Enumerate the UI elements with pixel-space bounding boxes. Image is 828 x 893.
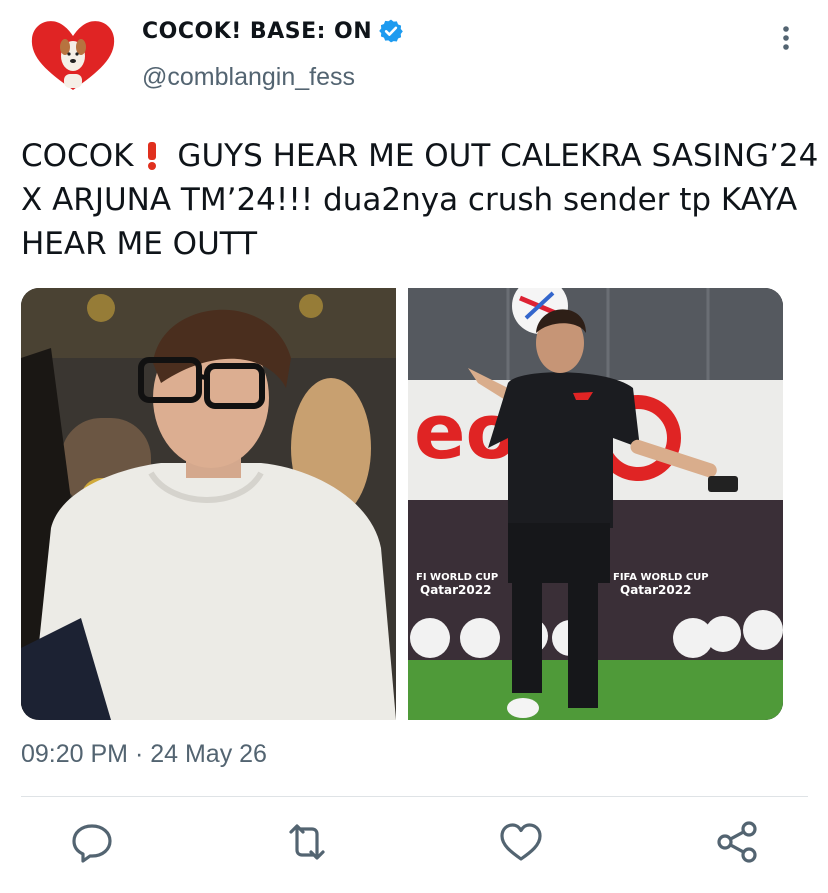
action-bar — [0, 818, 828, 868]
world-cup-logo-right-line2: Qatar2022 — [620, 583, 691, 597]
media-grid[interactable]: eo FI WORLD CUP Qatar2022 FIFA WORLD CUP… — [21, 288, 783, 720]
share-icon[interactable] — [713, 818, 761, 866]
divider — [21, 796, 808, 797]
verified-badge-icon — [378, 18, 404, 44]
tweet-text-prefix: COCOK — [21, 138, 134, 174]
exclamation-icon — [141, 138, 163, 170]
reply-icon[interactable] — [68, 818, 116, 866]
world-cup-logo-left-line1: FI WORLD CUP — [416, 572, 498, 583]
more-vertical-icon[interactable] — [776, 22, 796, 54]
retweet-icon[interactable] — [283, 818, 331, 866]
world-cup-logo-right-line1: FIFA WORLD CUP — [613, 572, 709, 583]
world-cup-logo-left-line2: Qatar2022 — [420, 583, 491, 597]
tweet-text: COCOK GUYS HEAR ME OUT CALEKRA SASING’24 … — [21, 134, 821, 266]
display-name[interactable]: COCOK! BASE: ON — [142, 19, 372, 44]
tweet-timestamp[interactable]: 09:20 PM · 24 May 26 — [21, 740, 267, 769]
author-name-row[interactable]: COCOK! BASE: ON — [142, 18, 404, 44]
author-handle[interactable]: @comblangin_fess — [142, 63, 355, 92]
heart-icon[interactable] — [497, 818, 545, 866]
photo-right[interactable]: eo FI WORLD CUP Qatar2022 FIFA WORLD CUP… — [408, 288, 783, 720]
avatar[interactable] — [28, 14, 118, 94]
photo-left[interactable] — [21, 288, 396, 720]
